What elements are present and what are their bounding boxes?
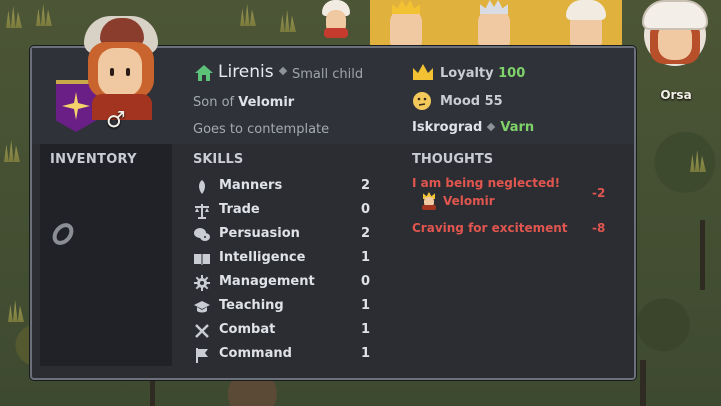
grass-decoration	[280, 10, 296, 32]
skill-label: Persuasion	[219, 226, 300, 241]
skill-label: Management	[219, 274, 315, 289]
graduation-cap-icon	[194, 301, 210, 313]
skill-row-management[interactable]: Management 0	[190, 272, 370, 294]
skill-row-persuasion[interactable]: Persuasion 2	[190, 224, 370, 246]
grass-decoration	[240, 4, 256, 26]
loyalty-stat: Loyalty 100	[440, 66, 525, 81]
home-icon	[195, 65, 213, 81]
character-name[interactable]: Lirenis	[218, 62, 274, 82]
skill-label: Teaching	[219, 298, 284, 313]
skill-row-command[interactable]: Command 1	[190, 344, 370, 366]
velomir-portrait-icon	[421, 192, 437, 210]
skill-row-teaching[interactable]: Teaching 1	[190, 296, 370, 318]
grass-decoration	[8, 300, 24, 322]
parent-name-link[interactable]: Velomir	[238, 95, 294, 110]
skill-row-trade[interactable]: Trade 0	[190, 200, 370, 222]
manners-icon	[199, 180, 205, 194]
character-portrait-king[interactable]	[376, 0, 436, 46]
region-name[interactable]: Varn	[500, 120, 534, 135]
book-icon	[194, 254, 210, 265]
character-portrait-king[interactable]	[464, 0, 524, 46]
thought-text[interactable]: I am being neglected!	[412, 176, 560, 190]
character-portrait	[80, 16, 160, 120]
mood-label: Mood	[440, 94, 481, 109]
skill-label: Manners	[219, 178, 283, 193]
flag-icon	[196, 348, 208, 363]
skill-label: Command	[219, 346, 292, 361]
inventory-title: INVENTORY	[50, 152, 137, 167]
thought-value: -2	[592, 186, 606, 200]
character-portrait-noble[interactable]	[556, 0, 616, 46]
tree-trunk	[700, 220, 705, 290]
thought-value: -8	[592, 221, 606, 235]
character-portrait-orsa[interactable]: Orsa	[640, 0, 712, 102]
inventory-section	[40, 144, 172, 366]
separator-icon	[487, 122, 496, 131]
character-info-panel: ♂ Lirenis Small child Son of Velomir Goe…	[30, 16, 636, 380]
settlement-name[interactable]: Iskrograd	[412, 120, 482, 135]
skill-value: 0	[360, 202, 370, 217]
skill-label: Trade	[219, 202, 260, 217]
skill-value: 1	[360, 250, 370, 265]
grass-decoration	[36, 4, 52, 26]
thoughts-title: THOUGHTS	[412, 152, 494, 167]
grass-decoration	[4, 140, 20, 162]
thought-subject[interactable]: Velomir	[443, 194, 495, 208]
location-row: Iskrograd Varn	[412, 120, 534, 135]
character-name-row: Lirenis	[218, 62, 292, 82]
thought-text[interactable]: Craving for excitement	[412, 221, 568, 235]
speech-icon	[194, 228, 210, 241]
scales-icon	[195, 204, 209, 219]
character-parent: Son of Velomir	[193, 95, 294, 110]
character-age-group: Small child	[292, 67, 364, 82]
skill-value: 2	[360, 226, 370, 241]
mood-value: 55	[484, 94, 503, 109]
skill-value: 0	[360, 274, 370, 289]
skill-label: Intelligence	[219, 250, 306, 265]
court-portraits-bar	[370, 0, 622, 46]
skills-title: SKILLS	[193, 152, 244, 167]
crossed-swords-icon	[195, 324, 209, 338]
crown-icon	[413, 64, 433, 80]
grass-decoration	[6, 6, 22, 28]
portrait-name: Orsa	[660, 88, 692, 102]
parent-prefix: Son of	[193, 95, 235, 110]
skill-label: Combat	[219, 322, 276, 337]
gear-icon	[194, 275, 210, 291]
skill-value: 1	[360, 322, 370, 337]
separator-icon	[278, 66, 287, 76]
skill-row-intelligence[interactable]: Intelligence 1	[190, 248, 370, 270]
loyalty-value: 100	[498, 66, 526, 81]
grass-decoration	[690, 150, 706, 172]
mood-stat: Mood 55	[440, 94, 503, 109]
male-gender-icon: ♂	[106, 108, 126, 133]
neutral-face-icon	[413, 92, 431, 110]
skill-row-manners[interactable]: Manners 2	[190, 176, 370, 198]
skill-row-combat[interactable]: Combat 1	[190, 320, 370, 342]
skill-value: 1	[360, 298, 370, 313]
character-portrait-small[interactable]	[316, 0, 356, 40]
skill-value: 2	[360, 178, 370, 193]
skill-value: 1	[360, 346, 370, 361]
ring-icon[interactable]	[52, 223, 74, 245]
loyalty-label: Loyalty	[440, 66, 494, 81]
tree-trunk	[640, 360, 646, 406]
tree-trunk	[150, 380, 155, 406]
character-activity: Goes to contemplate	[193, 122, 330, 137]
